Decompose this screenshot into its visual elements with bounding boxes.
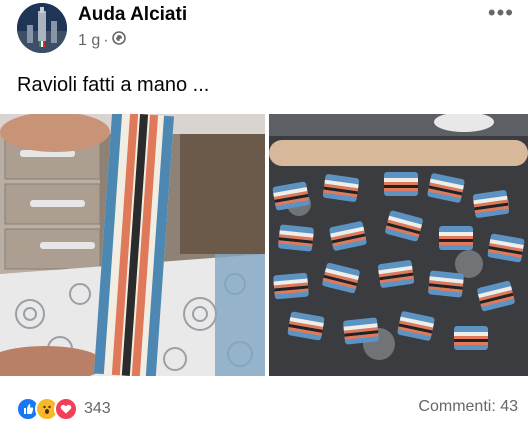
avatar[interactable] (17, 3, 67, 53)
post-meta: 1 g · (78, 31, 126, 50)
post-time[interactable]: 1 g (78, 32, 100, 50)
public-globe-icon (111, 31, 126, 50)
reactions-summary[interactable]: 343 (16, 397, 111, 421)
love-icon (54, 397, 78, 421)
photo-pasta-sheet (0, 114, 265, 376)
meta-separator: · (103, 31, 109, 49)
post-text: Ravioli fatti a mano ... (17, 74, 210, 96)
ellipsis-icon: ••• (487, 0, 514, 25)
avatar-image (17, 3, 67, 53)
comments-count-link[interactable]: Commenti: 43 (418, 398, 518, 416)
photo-ravioli-board (269, 114, 528, 376)
post-photo-2[interactable] (269, 114, 528, 376)
reaction-count: 343 (84, 400, 111, 417)
more-options-button[interactable]: ••• (488, 0, 514, 26)
post-photo-1[interactable] (0, 114, 265, 376)
author-name[interactable]: Auda Alciati (78, 4, 187, 26)
